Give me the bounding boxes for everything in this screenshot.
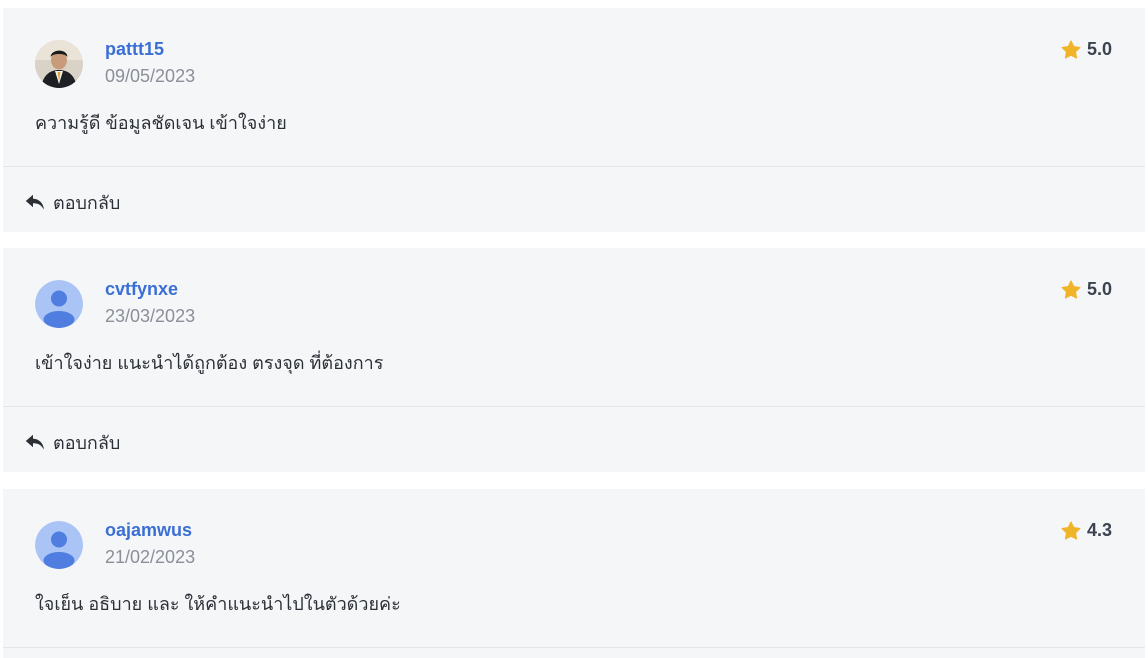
review-footer: ตอบกลับ xyxy=(3,407,1145,471)
star-icon xyxy=(1061,40,1081,59)
rating: 4.3 xyxy=(1061,520,1112,541)
rating-value: 4.3 xyxy=(1086,520,1112,540)
review-comment: ใจเย็น อธิบาย และ ให้คำแนะนำไปในตัวด้วยค… xyxy=(35,594,401,614)
review-footer: ตอบกลับ xyxy=(3,167,1145,231)
username[interactable]: pattt15 xyxy=(105,39,164,60)
review-date: 23/03/2023 xyxy=(105,306,196,326)
review-date: 21/02/2023 xyxy=(105,547,196,567)
review-card: pattt15 09/05/2023 5.0 ความรู้ดี ข้อมูลช… xyxy=(3,8,1145,232)
rating-value: 5.0 xyxy=(1086,279,1112,299)
review-body: pattt15 09/05/2023 5.0 ความรู้ดี ข้อมูลช… xyxy=(3,8,1145,167)
username[interactable]: cvtfynxe xyxy=(105,279,178,300)
user-silhouette-icon xyxy=(35,521,83,569)
reply-label: ตอบกลับ xyxy=(53,433,121,453)
rating: 5.0 xyxy=(1061,279,1112,300)
username[interactable]: oajamwus xyxy=(105,520,192,541)
review-card: oajamwus 21/02/2023 4.3 ใจเย็น อธิบาย แล… xyxy=(3,489,1145,658)
review-body: oajamwus 21/02/2023 4.3 ใจเย็น อธิบาย แล… xyxy=(3,489,1145,648)
review-comment: เข้าใจง่าย แนะนำได้ถูกต้อง ตรงจุด ที่ต้อ… xyxy=(35,353,384,373)
user-silhouette-icon xyxy=(35,280,83,328)
reply-arrow-icon xyxy=(25,434,44,450)
reply-button[interactable]: ตอบกลับ xyxy=(25,428,120,457)
avatar[interactable] xyxy=(35,40,83,88)
star-icon xyxy=(1061,521,1081,540)
avatar[interactable] xyxy=(35,521,83,569)
user-photo-icon xyxy=(35,40,83,88)
avatar[interactable] xyxy=(35,280,83,328)
review-body: cvtfynxe 23/03/2023 5.0 เข้าใจง่าย แนะนำ… xyxy=(3,248,1145,407)
reply-button[interactable]: ตอบกลับ xyxy=(25,188,120,217)
rating: 5.0 xyxy=(1061,39,1112,60)
review-list: pattt15 09/05/2023 5.0 ความรู้ดี ข้อมูลช… xyxy=(0,0,1148,658)
star-icon xyxy=(1061,280,1081,299)
review-card: cvtfynxe 23/03/2023 5.0 เข้าใจง่าย แนะนำ… xyxy=(3,248,1145,472)
rating-value: 5.0 xyxy=(1086,39,1112,59)
review-comment: ความรู้ดี ข้อมูลชัดเจน เข้าใจง่าย xyxy=(35,113,287,133)
reply-label: ตอบกลับ xyxy=(53,193,121,213)
reply-arrow-icon xyxy=(25,194,44,210)
review-date: 09/05/2023 xyxy=(105,66,196,86)
